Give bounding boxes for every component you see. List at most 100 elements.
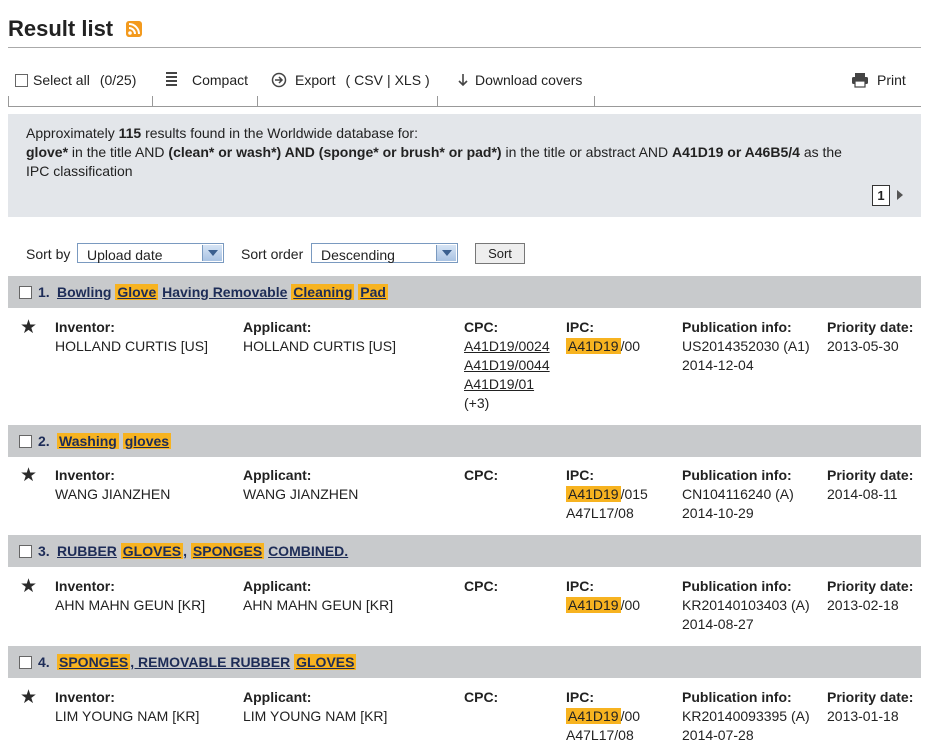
pubinfo-label: Publication info: [682,578,792,594]
inventor-value: AHN MAHN GEUN [KR] [55,597,206,613]
star-icon[interactable]: ★ [20,318,37,338]
applicant-value: AHN MAHN GEUN [KR] [243,597,394,613]
select-count: (0/25) [99,72,137,88]
priority-date: 2013-01-18 [827,708,899,724]
ipc-highlight: A41D19 [566,338,621,354]
result-title-link[interactable]: Washing gloves [57,433,172,449]
next-page-arrow-icon[interactable] [897,190,903,200]
result-checkbox[interactable] [19,545,32,558]
ipc-label: IPC: [566,319,594,335]
pubinfo-column: Publication info: KR20140103403 (A) 2014… [682,577,810,634]
cpc-link[interactable]: A41D19/01 [464,375,550,394]
star-icon[interactable]: ★ [20,466,37,486]
sort-by-label: Sort by [26,246,71,262]
cpc-label: CPC: [464,578,499,594]
title-highlight: Washing [57,433,119,449]
print-button[interactable]: Print [851,70,906,90]
priority-column: Priority date: 2013-05-30 [827,318,913,356]
list-icon [166,71,177,90]
inventor-label: Inventor: [55,467,115,483]
result-header: 3. RUBBER GLOVES, SPONGES COMBINED. [8,535,921,567]
publication-date: 2014-07-28 [682,727,754,743]
publication-date: 2014-08-27 [682,616,754,632]
publication-number: KR20140093395 (A) [682,708,810,724]
title-segment: , REMOVABLE RUBBER [130,654,291,670]
result-number: 4. [38,654,50,670]
print-label: Print [877,72,906,88]
ipc-extra: A47L17/08 [566,727,634,743]
download-covers-button[interactable]: Download covers [457,70,582,90]
summary-prefix: Approximately [26,125,115,141]
cpc-label: CPC: [464,689,499,705]
ipc-label: IPC: [566,689,594,705]
download-covers-label: Download covers [475,72,583,88]
summary-mid: results found in the Worldwide database … [145,125,418,141]
ipc-highlight: A41D19 [566,708,621,724]
query-ipc-term: A41D19 or A46B5/4 [672,144,800,160]
result-checkbox[interactable] [19,286,32,299]
result-header: 1. Bowling Glove Having Removable Cleani… [8,276,921,308]
applicant-column: Applicant: LIM YOUNG NAM [KR] [243,688,387,726]
export-paren-open: ( [345,72,351,88]
publication-number: KR20140103403 (A) [682,597,810,613]
printer-icon [851,72,869,88]
title-highlight: GLOVES [120,543,184,559]
applicant-value: HOLLAND CURTIS [US] [243,338,396,354]
result-toolbar: Select all (0/25) Compact Export ( CSV |… [8,70,921,92]
ipc-column: IPC: A41D19/00 A47L17/08 [566,688,640,745]
ipc-rest: /00 [620,338,641,354]
priority-date: 2013-05-30 [827,338,899,354]
rss-feed-icon[interactable] [126,21,142,37]
download-arrow-icon [457,72,469,88]
ipc-value: A41D19/015 [566,485,648,504]
cpc-link[interactable]: A41D19/0044 [464,356,550,375]
sort-order-value: Descending [321,247,395,263]
inventor-value: HOLLAND CURTIS [US] [55,338,208,354]
ipc-rest: /00 [620,708,641,724]
title-highlight: SPONGES [57,654,131,670]
result-checkbox[interactable] [19,435,32,448]
ipc-value: A41D19/00 [566,707,640,726]
cpc-label: CPC: [464,319,499,335]
sort-by-select[interactable]: Upload date [77,243,224,263]
title-highlight: GLOVES [294,654,357,670]
applicant-value: WANG JIANZHEN [243,486,359,502]
title-segment: , [183,543,188,559]
title-highlight: gloves [122,433,172,449]
publication-date: 2014-12-04 [682,357,754,373]
compact-button[interactable]: Compact [166,70,248,90]
priority-label: Priority date: [827,467,914,483]
ipc-rest: /00 [620,597,641,613]
export-csv-link[interactable]: CSV [354,72,383,88]
applicant-label: Applicant: [243,319,312,335]
sort-button[interactable]: Sort [475,243,525,264]
select-all-control[interactable]: Select all (0/25) [15,70,136,90]
toolbar-separator [257,96,258,106]
applicant-label: Applicant: [243,689,312,705]
current-page-button[interactable]: 1 [872,185,890,206]
result-title-link[interactable]: RUBBER GLOVES, SPONGES COMBINED. [57,543,348,559]
cpc-link[interactable]: A41D19/0024 [464,337,550,356]
ipc-extra: A47L17/08 [566,505,634,521]
ipc-highlight: A41D19 [566,486,621,502]
cpc-more[interactable]: (+3) [464,394,550,413]
pubinfo-column: Publication info: US2014352030 (A1) 2014… [682,318,810,375]
export-xls-link[interactable]: XLS [395,72,421,88]
export-control: Export ( CSV | XLS ) [271,70,430,90]
cpc-column: CPC: [464,466,498,485]
result-title-link[interactable]: SPONGES, REMOVABLE RUBBER GLOVES [57,654,357,670]
publication-number: US2014352030 (A1) [682,338,810,354]
star-icon[interactable]: ★ [20,577,37,597]
result-title-link[interactable]: Bowling Glove Having Removable Cleaning … [57,284,388,300]
cpc-column: CPC: A41D19/0024 A41D19/0044 A41D19/01 (… [464,318,550,413]
export-label: Export [295,72,336,88]
sort-order-select[interactable]: Descending [311,243,458,263]
pubinfo-label: Publication info: [682,319,792,335]
select-all-checkbox[interactable] [15,73,28,87]
sort-order-label: Sort order [241,246,304,262]
compact-label: Compact [192,72,249,88]
ipc-column: IPC: A41D19/00 [566,577,640,615]
star-icon[interactable]: ★ [20,688,37,708]
query-abstract-term: (clean* or wash*) AND (sponge* or brush*… [168,144,502,160]
result-checkbox[interactable] [19,656,32,669]
